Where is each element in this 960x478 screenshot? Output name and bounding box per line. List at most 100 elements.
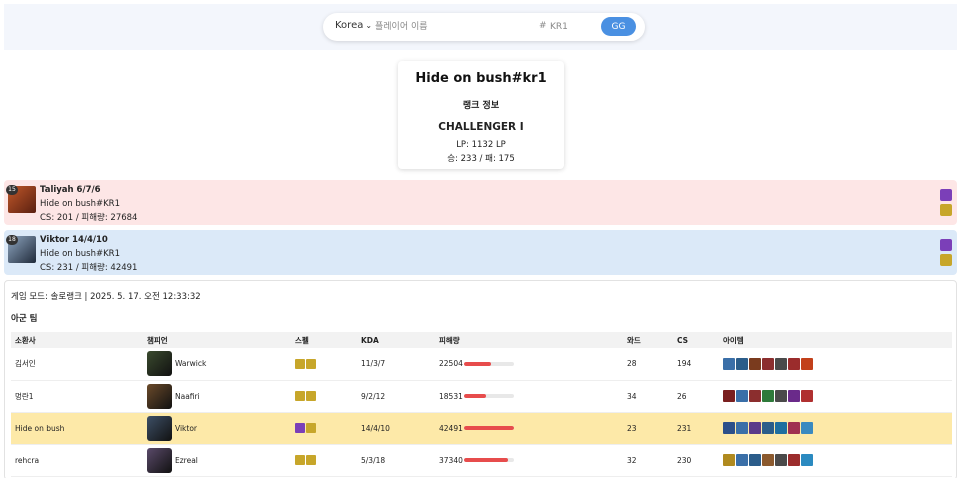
champion-kda: Taliyah 6/7/6 <box>40 185 101 195</box>
item-icon <box>723 422 735 434</box>
item-icon <box>762 454 774 466</box>
match-card[interactable]: 18 Viktor 14/4/10 Hide on bush#KR1 CS: 2… <box>4 230 957 275</box>
item-icon <box>788 454 800 466</box>
damage-bar-fill <box>464 426 514 430</box>
champion-cell: Warwick <box>147 351 291 377</box>
damage-bar-fill <box>464 394 486 398</box>
summoner-name[interactable]: 김서인 <box>11 348 143 381</box>
cs: 194 <box>673 348 719 381</box>
champion-name: Ezreal <box>175 455 198 465</box>
game-meta: 게임 모드: 솔로랭크 | 2025. 5. 17. 오전 12:33:32 <box>11 292 201 302</box>
summoner-spell-icon <box>306 455 316 465</box>
damage-cell: 42491 <box>439 424 623 433</box>
champion-icon <box>147 351 172 377</box>
item-icon <box>762 422 774 434</box>
damage-cell: 18531 <box>439 392 623 401</box>
champion-name: Warwick <box>175 359 207 369</box>
damage-bar <box>464 361 514 366</box>
summoner-spell-icon <box>306 423 316 433</box>
table-header-row: 소환사 챔피언 스펠 KDA 피해량 와드 CS 아이템 <box>11 332 952 348</box>
col-damage: 피해량 <box>435 332 623 348</box>
items <box>723 454 952 466</box>
item-icon <box>723 390 735 402</box>
col-items: 아이템 <box>719 332 952 348</box>
item-icon <box>801 422 813 434</box>
league-points: LP: 1132 LP <box>456 140 506 150</box>
player-name-input[interactable] <box>375 18 525 36</box>
team-label: 아군 팀 <box>11 314 38 324</box>
player-row[interactable]: rehcra Ezreal 5/3/18 37340 32 230 <box>11 444 952 477</box>
summoner-spell-icon <box>295 391 305 401</box>
item-icon <box>775 422 787 434</box>
damage-value: 18531 <box>439 391 463 401</box>
item-icon <box>749 422 761 434</box>
match-detail-panel: 게임 모드: 솔로랭크 | 2025. 5. 17. 오전 12:33:32 아… <box>4 280 957 478</box>
damage-bar-fill <box>464 361 491 366</box>
summoner-spell-icon <box>306 358 316 369</box>
search-button[interactable]: GG <box>601 17 636 36</box>
wards: 28 <box>623 348 673 381</box>
items <box>723 357 952 370</box>
item-icon <box>749 390 761 402</box>
items <box>723 422 952 434</box>
damage-bar <box>464 458 514 462</box>
damage-bar <box>464 394 514 398</box>
damage-value: 37340 <box>439 455 463 465</box>
chevron-down-icon: ⌄ <box>365 21 373 30</box>
search-box: Korea⌄ # GG <box>323 13 645 41</box>
col-spells: 스펠 <box>291 332 357 348</box>
item-icon <box>788 390 800 402</box>
champion-name: Viktor <box>175 423 198 433</box>
spells <box>295 455 357 465</box>
summoner-spell-icon <box>940 254 952 266</box>
summoner-name[interactable]: 멍란1 <box>11 380 143 413</box>
summoner-spell-icon <box>295 423 305 433</box>
item-icon <box>736 390 748 402</box>
kda: 9/2/12 <box>357 380 435 413</box>
kda: 5/3/18 <box>357 444 435 477</box>
summoner-spell-icon <box>940 189 952 201</box>
col-champion: 챔피언 <box>143 332 291 348</box>
item-icon <box>736 454 748 466</box>
item-icon <box>736 357 748 370</box>
region-label: Korea <box>335 20 364 31</box>
item-icon <box>749 454 761 466</box>
damage-cell: 37340 <box>439 456 623 465</box>
damage-value: 22504 <box>439 359 463 369</box>
profile-name: Hide on bush#kr1 <box>415 71 547 86</box>
damage-cell: 22504 <box>439 359 623 368</box>
player-row[interactable]: 김서인 Warwick 11/3/7 22504 28 194 <box>11 348 952 381</box>
match-card[interactable]: 15 Taliyah 6/7/6 Hide on bush#KR1 CS: 20… <box>4 180 957 225</box>
item-icon <box>788 357 800 370</box>
item-icon <box>775 390 787 402</box>
item-icon <box>723 454 735 466</box>
match-stats: CS: 231 / 피해량: 42491 <box>40 263 138 273</box>
item-icon <box>801 390 813 402</box>
summoner-spell-icon <box>940 239 952 251</box>
spells <box>295 358 357 369</box>
item-icon <box>762 357 774 370</box>
items <box>723 390 952 402</box>
match-stats: CS: 201 / 피해량: 27684 <box>40 213 138 223</box>
top-bar: Korea⌄ # GG <box>4 4 957 50</box>
kda: 14/4/10 <box>357 412 435 445</box>
summoner-name[interactable]: Hide on bush <box>11 412 143 445</box>
damage-value: 42491 <box>439 423 463 433</box>
champion-icon <box>147 415 172 441</box>
players-table: 소환사 챔피언 스펠 KDA 피해량 와드 CS 아이템 김서인 Warwick 1… <box>11 332 952 477</box>
tag-input[interactable] <box>550 18 590 36</box>
player-row[interactable]: 멍란1 Naafiri 9/2/12 18531 34 26 <box>11 380 952 413</box>
summoner-spell-icon <box>295 358 305 369</box>
wards: 32 <box>623 444 673 477</box>
kda: 11/3/7 <box>357 348 435 381</box>
summoner-name[interactable]: rehcra <box>11 444 143 477</box>
champion-icon <box>147 383 172 409</box>
spells <box>295 391 357 401</box>
champion-cell: Naafiri <box>147 383 291 409</box>
player-row[interactable]: Hide on bush Viktor 14/4/10 42491 23 231 <box>11 412 952 445</box>
cs: 231 <box>673 412 719 445</box>
cs: 230 <box>673 444 719 477</box>
region-select[interactable]: Korea ⌄ <box>335 20 372 31</box>
champion-cell: Viktor <box>147 415 291 441</box>
item-icon <box>801 357 813 370</box>
